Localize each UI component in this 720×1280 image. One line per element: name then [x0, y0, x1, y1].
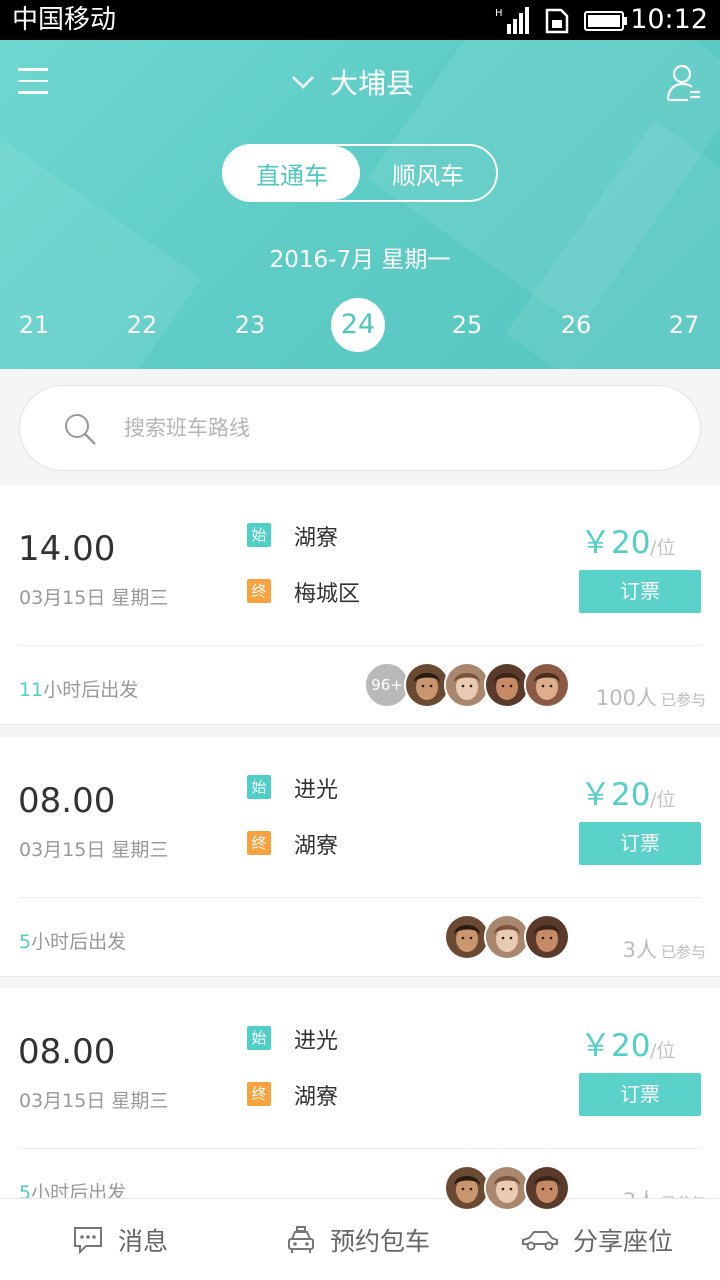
participants-number: 100人: [595, 686, 657, 710]
origin-stop: 进光: [294, 778, 339, 803]
end-tag: 终: [247, 579, 271, 603]
participant-avatars[interactable]: [444, 1165, 570, 1211]
avatar: [524, 662, 570, 708]
sim-icon: [545, 8, 569, 34]
city-selector[interactable]: 大埔县: [290, 62, 414, 102]
destination-stop: 湖寮: [294, 1085, 339, 1110]
user-profile-icon[interactable]: [666, 62, 702, 102]
book-ticket-button[interactable]: 订票: [579, 1073, 701, 1116]
date-item[interactable]: 25: [440, 298, 494, 352]
departure-time: 08.00: [18, 1032, 116, 1072]
carrier-name: 中国移动: [12, 5, 117, 35]
date-item[interactable]: 21: [7, 298, 61, 352]
date-item-selected[interactable]: 24: [331, 298, 385, 352]
divider: [18, 1148, 702, 1149]
car-icon: [522, 1231, 558, 1251]
nav-label: 消息: [118, 1227, 169, 1256]
status-bar: 中国移动 H 10:12: [0, 0, 720, 40]
price: ￥20: [580, 525, 651, 561]
date-strip: 21 22 23 24 25 26 27: [0, 298, 720, 352]
nav-share-seat[interactable]: 分享座位: [521, 1199, 673, 1280]
participants-label: 已参与: [660, 691, 706, 709]
book-ticket-button[interactable]: 订票: [579, 570, 701, 613]
price: ￥20: [580, 777, 651, 813]
clock: 10:12: [630, 4, 708, 35]
departure-date: 03月15日 星期三: [19, 1090, 169, 1112]
departure-time: 08.00: [18, 781, 116, 821]
participants-number: 3人: [622, 938, 657, 962]
trip-card[interactable]: 08.00 03月15日 星期三 始进光终湖寮 ￥20/位订票 5小时后出发 3人已参与: [0, 737, 720, 977]
date-item[interactable]: 27: [657, 298, 711, 352]
price-unit: /位: [650, 537, 676, 559]
header: 大埔县 直通车 顺风车 2016-7月 星期一 21 22 23 24 25 2…: [0, 40, 720, 369]
end-tag: 终: [247, 831, 271, 855]
departure-date: 03月15日 星期三: [19, 587, 169, 609]
start-tag: 始: [247, 775, 271, 799]
search-icon: [65, 414, 96, 445]
trip-card[interactable]: 08.0003月15日 星期三始进光终湖寮￥20/位订票5小时后出发3人已参与: [0, 988, 720, 1228]
avatar: [524, 914, 570, 960]
trip-card[interactable]: 14.00 03月15日 星期三 始湖寮终梅城区 ￥20/位订票 11小时后出发 100人…: [0, 485, 720, 725]
departure-countdown: 5小时后出发: [19, 927, 126, 954]
departure-date: 03月15日 星期三: [19, 839, 169, 861]
countdown-label: 小时后出发: [31, 931, 127, 953]
signal-icon: H: [495, 7, 529, 34]
menu-icon[interactable]: [18, 68, 50, 94]
nav-label: 预约包车: [330, 1227, 431, 1256]
start-tag: 始: [247, 1026, 271, 1050]
city-name: 大埔县: [330, 67, 415, 100]
bottom-nav: 消息 预约包车 分享座位: [0, 1198, 720, 1280]
date-item[interactable]: 23: [223, 298, 277, 352]
countdown-hours: 5: [19, 931, 32, 953]
participants-label: 已参与: [660, 943, 706, 961]
countdown-label: 小时后出发: [43, 679, 139, 701]
destination-stop: 梅城区: [294, 582, 361, 607]
search-section: 搜索班车路线: [0, 369, 720, 485]
avatar: [524, 1165, 570, 1211]
battery-icon: [584, 11, 627, 31]
date-item[interactable]: 26: [549, 298, 603, 352]
date-item[interactable]: 22: [115, 298, 169, 352]
departure-time: 14.00: [18, 529, 116, 569]
start-tag: 始: [247, 523, 271, 547]
current-month: 2016-7月 星期一: [269, 247, 451, 273]
participant-avatars[interactable]: [444, 914, 570, 960]
divider: [18, 645, 702, 646]
destination-stop: 湖寮: [294, 834, 339, 859]
chevron-down-icon: [292, 76, 314, 89]
svg-text:H: H: [495, 8, 503, 19]
search-input[interactable]: 搜索班车路线: [19, 385, 701, 471]
tab-rideshare[interactable]: 顺风车: [360, 146, 496, 200]
origin-stop: 湖寮: [294, 526, 339, 551]
price: ￥20: [580, 1028, 651, 1064]
origin-stop: 进光: [294, 1029, 339, 1054]
participants-count: 100人 已参与: [596, 682, 706, 712]
search-placeholder: 搜索班车路线: [124, 416, 250, 440]
trip-type-toggle: 直通车 顺风车: [222, 144, 498, 202]
book-ticket-button[interactable]: 订票: [579, 822, 701, 865]
nav-charter[interactable]: 预约包车: [286, 1199, 430, 1280]
divider: [18, 897, 702, 898]
price-unit: /位: [650, 789, 676, 811]
price-unit: /位: [650, 1040, 676, 1062]
tab-direct-bus[interactable]: 直通车: [224, 146, 360, 200]
countdown-hours: 11: [19, 679, 44, 701]
taxi-icon: [288, 1226, 314, 1253]
nav-label: 分享座位: [573, 1227, 674, 1256]
participant-avatars[interactable]: 96+: [364, 662, 570, 708]
participants-count: 3人已参与: [623, 934, 706, 964]
nav-messages[interactable]: 消息: [72, 1199, 168, 1280]
end-tag: 终: [247, 1082, 271, 1106]
message-icon: [74, 1227, 102, 1255]
departure-countdown: 11小时后出发: [19, 675, 138, 702]
